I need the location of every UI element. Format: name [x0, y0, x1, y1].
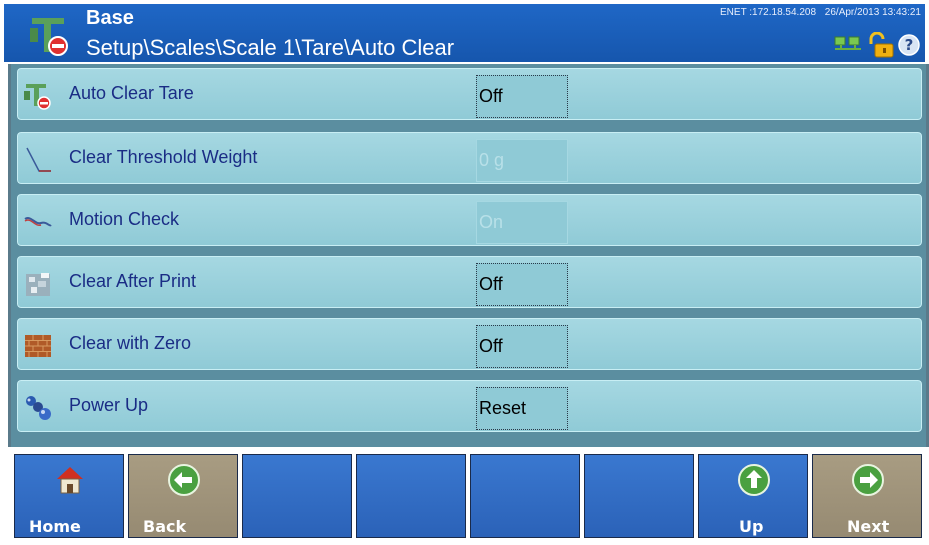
next-label: Next: [847, 517, 890, 536]
back-arrow-icon: [168, 464, 200, 496]
up-button[interactable]: Up: [698, 454, 808, 538]
motion-check-value: On: [476, 201, 568, 244]
back-button[interactable]: Back: [128, 454, 238, 538]
breadcrumb: Setup\Scales\Scale 1\Tare\Auto Clear: [86, 35, 455, 60]
print-texture-icon: [26, 273, 50, 296]
row-clear-with-zero[interactable]: Clear with Zero Off: [15, 316, 924, 372]
auto-clear-tare-label: Auto Clear Tare: [69, 83, 194, 103]
softkey-4[interactable]: [356, 454, 466, 538]
tare-clear-icon: [24, 84, 51, 110]
softkey-3[interactable]: [242, 454, 352, 538]
motion-check-label: Motion Check: [69, 209, 180, 229]
next-arrow-icon: [852, 464, 884, 496]
softkey-6[interactable]: [584, 454, 694, 538]
softkey-bar: Home Back Up Next: [4, 448, 925, 538]
clear-with-zero-value[interactable]: Off: [476, 325, 568, 368]
row-auto-clear-tare[interactable]: Auto Clear Tare Off: [15, 66, 924, 122]
clear-threshold-weight-label: Clear Threshold Weight: [69, 147, 258, 167]
clear-after-print-value[interactable]: Off: [476, 263, 568, 306]
up-label: Up: [739, 517, 764, 536]
power-up-value[interactable]: Reset: [476, 387, 568, 430]
clear-after-print-label: Clear After Print: [69, 271, 197, 291]
row-clear-after-print[interactable]: Clear After Print Off: [15, 254, 924, 310]
auto-clear-tare-value[interactable]: Off: [476, 75, 568, 118]
row-power-up[interactable]: Power Up Reset: [15, 378, 924, 434]
row-motion-check: Motion Check On: [15, 192, 924, 248]
status-info: ENET :172.18.54.208 26/Apr/2013 13:43:21: [714, 7, 921, 18]
header-icons: ?: [833, 32, 921, 58]
next-button[interactable]: Next: [812, 454, 922, 538]
threshold-curve-icon: [26, 147, 51, 172]
settings-list: Auto Clear Tare Off Clear Threshold Weig…: [8, 64, 929, 447]
tare-clear-app-icon: [30, 18, 68, 56]
motion-check-icon: [24, 217, 52, 227]
brick-wall-icon: [25, 335, 51, 357]
unlock-icon[interactable]: [865, 32, 895, 58]
power-up-icon: [26, 396, 51, 420]
row-clear-threshold-weight: Clear Threshold Weight 0 g: [15, 130, 924, 186]
back-label: Back: [143, 517, 187, 536]
network-status-icon[interactable]: [833, 35, 863, 55]
clear-threshold-weight-value: 0 g: [476, 139, 568, 182]
page-title: Base: [86, 7, 134, 29]
home-button[interactable]: Home: [14, 454, 124, 538]
title-bar: Base Setup\Scales\Scale 1\Tare\Auto Clea…: [4, 4, 925, 62]
softkey-5[interactable]: [470, 454, 580, 538]
network-address: ENET :172.18.54.208: [720, 7, 817, 18]
svg-text:?: ?: [905, 36, 914, 54]
help-icon[interactable]: ?: [897, 33, 921, 57]
home-label: Home: [29, 517, 81, 536]
power-up-label: Power Up: [69, 395, 149, 415]
clear-with-zero-label: Clear with Zero: [69, 333, 192, 353]
home-icon: [57, 467, 83, 494]
up-arrow-icon: [738, 464, 770, 496]
datetime: 26/Apr/2013 13:43:21: [824, 7, 921, 18]
